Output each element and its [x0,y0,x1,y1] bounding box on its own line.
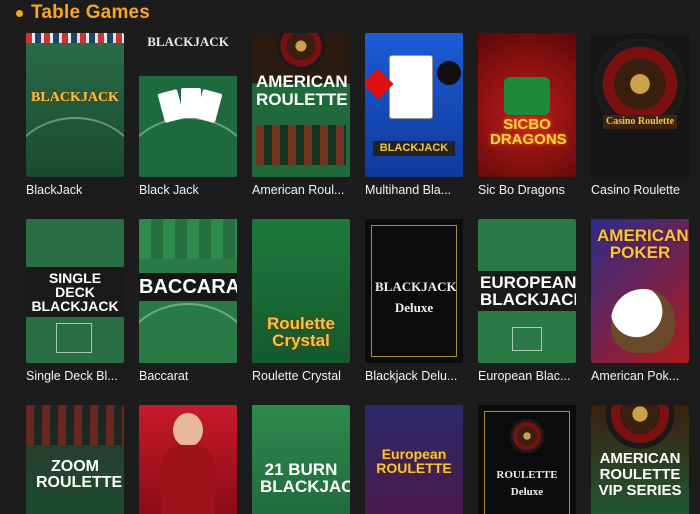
game-art-title: ZOOM ROULETTE [36,458,123,491]
game-art-title: BLACKJACK [373,141,455,156]
game-thumbnail: SINGLE DECK BLACKJACK [26,219,124,363]
game-thumbnail: BLACKJACK Deluxe [365,219,463,363]
game-tile-american-roulette[interactable]: AMERICAN ROULETTE American Roul... [252,33,350,197]
game-art-title: European ROULETTE [376,446,452,476]
game-thumbnail: ZOOM ROULETTE [26,405,124,514]
game-art-title: BACCARAT [139,273,237,301]
game-thumbnail: ROULETTE Deluxe [478,405,576,514]
game-label: Baccarat [139,369,189,383]
game-tile-roulette-crystal[interactable]: Roulette Crystal Roulette Crystal [252,219,350,383]
game-thumbnail: European ROULETTE [365,405,463,514]
game-tile-single-deck-blackjack[interactable]: SINGLE DECK BLACKJACK Single Deck Bl... [26,219,124,383]
game-thumbnail: Roulette Crystal [252,219,350,363]
game-label: European Blac... [478,369,571,383]
game-tile-21-burn-blackjack[interactable]: 21 BURN BLACKJACK [252,405,350,514]
game-art-title: 21 BURN BLACKJACK [260,460,350,496]
game-tile-american-roulette-vip[interactable]: AMERICAN ROULETTE VIP SERIES [591,405,689,514]
game-tile-american-poker[interactable]: AMERICAN POKER American Pok... [591,219,689,383]
game-tile-sic-bo-dragons[interactable]: SICBO DRAGONS Sic Bo Dragons [478,33,576,197]
game-tile-black-jack[interactable]: BLACKJACK Black Jack [139,33,237,197]
game-art-title: BLACKJACK [31,90,119,105]
game-tile-european-blackjack[interactable]: EUROPEAN BLACKJACK European Blac... [478,219,576,383]
game-thumbnail: EUROPEAN BLACKJACK [478,219,576,363]
bullet-icon [16,9,23,17]
section-header: Table Games [16,1,150,25]
game-art-title: EUROPEAN BLACKJACK [478,271,576,311]
game-label: Casino Roulette [591,183,680,197]
game-thumbnail: BLACKJACK [26,33,124,177]
game-label: Multihand Bla... [365,183,452,197]
game-tile-roulette-deluxe[interactable]: ROULETTE Deluxe [478,405,576,514]
game-label: Single Deck Bl... [26,369,118,383]
game-art-title: SICBO DRAGONS [490,116,567,148]
game-label: American Roul... [252,183,345,197]
game-art-title: Roulette Crystal [267,314,335,350]
game-thumbnail: 21 BURN BLACKJACK [252,405,350,514]
game-art-title: BLACKJACK [147,34,229,49]
game-thumbnail: AMERICAN POKER [591,219,689,363]
game-thumbnail: SICBO DRAGONS [478,33,576,177]
game-thumbnail: AMERICAN ROULETTE [252,33,350,177]
game-tile-live-dealer[interactable] [139,405,237,514]
game-tile-european-roulette[interactable]: European ROULETTE [365,405,463,514]
game-art-title: BLACKJACK Deluxe [375,279,457,315]
game-tile-baccarat[interactable]: BACCARAT Baccarat [139,219,237,383]
section-title: Table Games [31,2,151,23]
game-tile-zoom-roulette[interactable]: ZOOM ROULETTE [26,405,124,514]
game-label: Blackjack Delu... [365,369,458,383]
game-label: Sic Bo Dragons [478,183,565,197]
game-art-title: SINGLE DECK BLACKJACK [26,267,124,317]
game-thumbnail: AMERICAN ROULETTE VIP SERIES [591,405,689,514]
game-art-title: Casino Roulette [603,115,677,129]
game-tile-casino-roulette[interactable]: Casino Roulette Casino Roulette [591,33,689,197]
game-art-title: AMERICAN ROULETTE VIP SERIES [598,450,682,499]
game-tile-multihand-blackjack[interactable]: BLACKJACK Multihand Bla... [365,33,463,197]
game-label: American Pok... [591,369,680,383]
game-thumbnail: BACCARAT [139,219,237,363]
game-thumbnail: BLACKJACK [365,33,463,177]
game-art-title: AMERICAN ROULETTE [256,72,348,109]
game-label: BlackJack [26,183,83,197]
game-thumbnail: BLACKJACK [139,33,237,177]
game-art-title: AMERICAN POKER [597,226,689,262]
game-thumbnail: Casino Roulette [591,33,689,177]
games-grid: BLACKJACK BlackJack BLACKJACK Black Jack… [26,33,700,514]
game-label: Roulette Crystal [252,369,341,383]
game-label: Black Jack [139,183,199,197]
game-thumbnail [139,405,237,514]
game-tile-blackjack[interactable]: BLACKJACK BlackJack [26,33,124,197]
game-tile-blackjack-deluxe[interactable]: BLACKJACK Deluxe Blackjack Delu... [365,219,463,383]
game-art-title: ROULETTE Deluxe [496,469,558,498]
